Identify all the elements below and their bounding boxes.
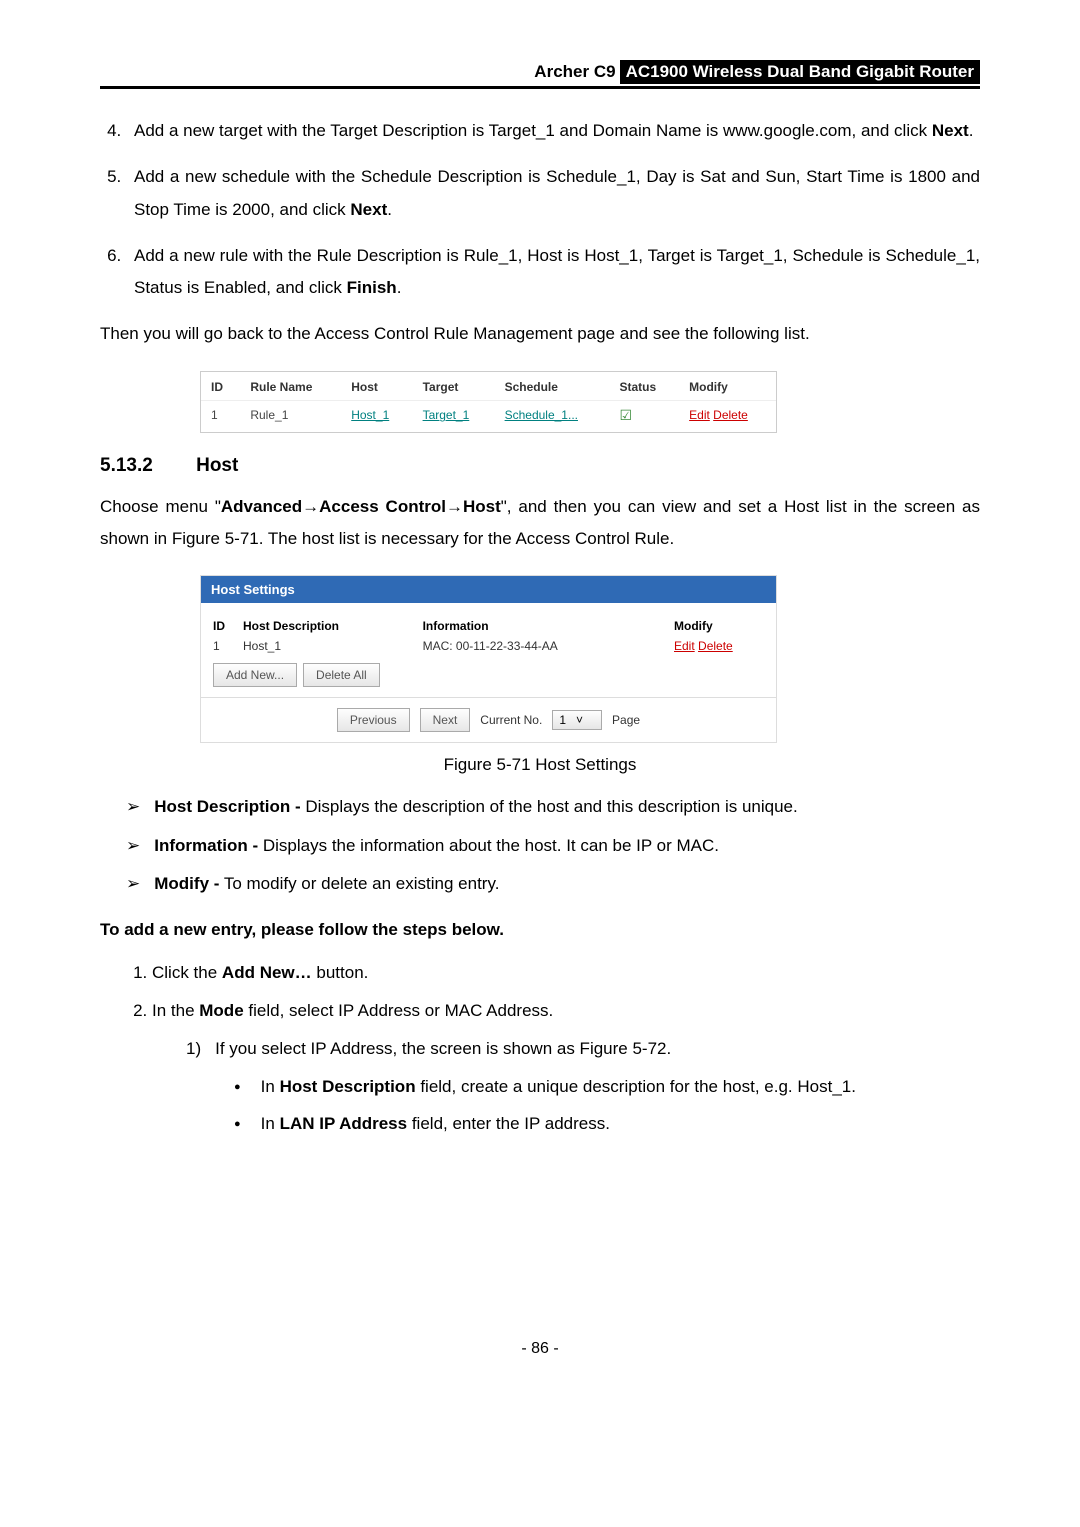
target-link[interactable]: Target_1: [423, 408, 470, 422]
bullet-item: In LAN IP Address field, enter the IP ad…: [234, 1108, 980, 1140]
next-button[interactable]: Next: [420, 708, 471, 732]
sub-list: If you select IP Address, the screen is …: [152, 1033, 980, 1140]
rule-table: ID Rule Name Host Target Schedule Status…: [201, 374, 776, 430]
header-title: AC1900 Wireless Dual Band Gigabit Router: [620, 60, 980, 84]
td-name: Rule_1: [240, 400, 341, 430]
section-number: 5.13.2: [100, 455, 153, 476]
step-6: Add a new rule with the Rule Description…: [126, 240, 980, 305]
hw-th-desc: Host Description: [243, 619, 423, 633]
list-item: Modify - To modify or delete an existing…: [126, 868, 980, 900]
th-status: Status: [609, 374, 679, 401]
add-new-button[interactable]: Add New...: [213, 663, 297, 687]
sub-step-1: If you select IP Address, the screen is …: [186, 1033, 980, 1140]
list-item: Host Description - Displays the descript…: [126, 791, 980, 823]
hw-td-id: 1: [213, 639, 243, 653]
figure-caption: Figure 5-71 Host Settings: [100, 755, 980, 775]
status-check-icon: ☑: [619, 407, 632, 423]
step-5: Add a new schedule with the Schedule Des…: [126, 161, 980, 226]
hw-td-desc: Host_1: [243, 639, 423, 653]
step-4: Add a new target with the Target Descrip…: [126, 115, 980, 147]
th-schedule: Schedule: [495, 374, 610, 401]
th-id: ID: [201, 374, 240, 401]
hw-th-id: ID: [213, 619, 243, 633]
widget-body: ID Host Description Information Modify 1…: [201, 603, 776, 697]
table-row: 1 Rule_1 Host_1 Target_1 Schedule_1... ☑…: [201, 400, 776, 430]
td-id: 1: [201, 400, 240, 430]
rule-table-wrap: ID Rule Name Host Target Schedule Status…: [200, 371, 777, 433]
schedule-link[interactable]: Schedule_1...: [505, 408, 578, 422]
field-desc-list: Host Description - Displays the descript…: [100, 791, 980, 900]
add-steps-list: Click the Add New… button. In the Mode f…: [100, 957, 980, 1140]
section-heading: 5.13.2 Host: [100, 455, 980, 477]
hw-edit-link[interactable]: Edit: [674, 639, 695, 653]
page-select[interactable]: 1 ˅: [552, 710, 602, 730]
previous-button[interactable]: Previous: [337, 708, 410, 732]
table-header-row: ID Rule Name Host Target Schedule Status…: [201, 374, 776, 401]
top-steps: Add a new target with the Target Descrip…: [100, 115, 980, 304]
th-modify: Modify: [679, 374, 776, 401]
page: Archer C9 AC1900 Wireless Dual Band Giga…: [0, 0, 1080, 1398]
add-step-2: In the Mode field, select IP Address or …: [152, 995, 980, 1140]
delete-all-button[interactable]: Delete All: [303, 663, 380, 687]
bullet-item: In Host Description field, create a uniq…: [234, 1071, 980, 1103]
th-host: Host: [341, 374, 412, 401]
page-number: - 86 -: [100, 1340, 980, 1358]
th-target: Target: [413, 374, 495, 401]
edit-link[interactable]: Edit: [689, 408, 710, 422]
host-link[interactable]: Host_1: [351, 408, 389, 422]
header-model: Archer C9: [534, 62, 615, 82]
th-rule-name: Rule Name: [240, 374, 341, 401]
header-bar: Archer C9 AC1900 Wireless Dual Band Giga…: [100, 60, 980, 89]
add-entry-title: To add a new entry, please follow the st…: [100, 914, 980, 946]
hw-delete-link[interactable]: Delete: [698, 639, 733, 653]
bullet-list: In Host Description field, create a uniq…: [186, 1071, 980, 1140]
list-item: Information - Displays the information a…: [126, 830, 980, 862]
page-label: Page: [612, 713, 640, 727]
add-step-1: Click the Add New… button.: [152, 957, 980, 989]
widget-pager: Previous Next Current No. 1 ˅ Page: [201, 697, 776, 742]
hw-th-info: Information: [423, 619, 674, 633]
return-text: Then you will go back to the Access Cont…: [100, 318, 980, 350]
hw-td-info: MAC: 00-11-22-33-44-AA: [423, 639, 674, 653]
section-title: Host: [196, 455, 238, 476]
widget-data-row: 1 Host_1 MAC: 00-11-22-33-44-AA Edit Del…: [213, 639, 764, 653]
section-intro: Choose menu "Advanced→Access Control→Hos…: [100, 491, 980, 556]
current-no-label: Current No.: [480, 713, 542, 727]
widget-title: Host Settings: [201, 576, 776, 603]
host-settings-widget: Host Settings ID Host Description Inform…: [200, 575, 777, 743]
widget-header-row: ID Host Description Information Modify: [213, 619, 764, 633]
hw-th-modify: Modify: [674, 619, 764, 633]
widget-buttons: Add New... Delete All: [213, 663, 764, 687]
delete-link[interactable]: Delete: [713, 408, 748, 422]
